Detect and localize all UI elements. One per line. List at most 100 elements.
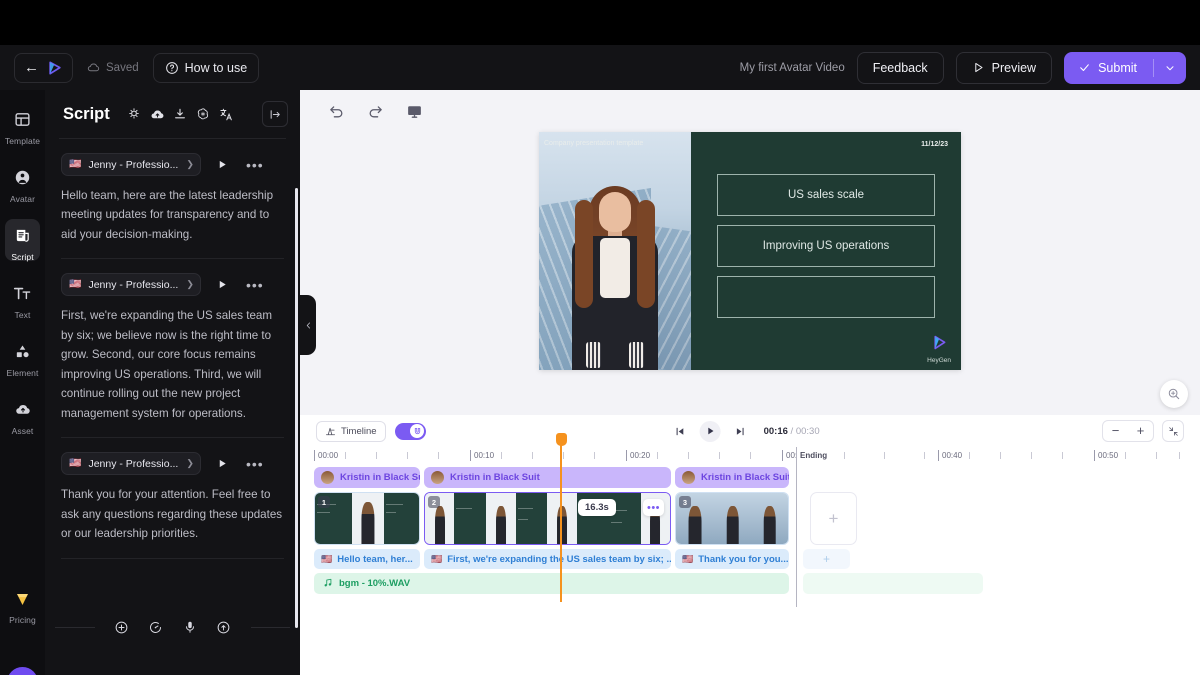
chevron-down-icon (1166, 65, 1174, 70)
slide-preview[interactable]: Company presentation template 11/12/23 U… (539, 132, 961, 370)
chevron-right-icon: ❯ (186, 458, 194, 469)
sidebar-item-script[interactable]: Script (0, 218, 45, 270)
lightbulb-icon[interactable] (123, 103, 146, 126)
project-title[interactable]: My first Avatar Video (740, 62, 845, 74)
add-caption-button[interactable]: + (803, 549, 850, 569)
voice-selector[interactable]: 🇺🇸 Jenny - Professio... ❯ (61, 273, 201, 297)
playhead-handle[interactable] (555, 433, 567, 446)
skip-back-icon[interactable] (675, 426, 686, 437)
arrow-left-icon[interactable]: ← (24, 60, 39, 75)
sidebar-item-element[interactable]: Element (0, 334, 45, 386)
add-scene-button[interactable]: + (810, 492, 857, 545)
sidebar-item-asset[interactable]: Asset (0, 392, 45, 444)
display-icon[interactable] (406, 103, 423, 120)
cloud-icon (87, 63, 100, 72)
script-block-header: 🇺🇸 Jenny - Professio... ❯ ••• (61, 452, 284, 476)
workspace: Company presentation template 11/12/23 U… (300, 90, 1200, 675)
upload-audio-icon[interactable] (207, 614, 241, 640)
audio-clip[interactable]: bgm - 10%.WAV (314, 573, 789, 594)
video-clip[interactable]: 1 (314, 492, 420, 545)
slide-text-box[interactable] (717, 276, 935, 318)
avatar-thumb-icon (431, 471, 444, 484)
download-icon[interactable] (169, 103, 192, 126)
panel-collapse-icon[interactable] (262, 101, 288, 127)
timeline-playhead[interactable] (555, 433, 567, 602)
sidebar-item-text[interactable]: Text (0, 276, 45, 328)
more-horizontal-icon[interactable]: ••• (246, 277, 264, 293)
zoom-in-icon[interactable] (1160, 380, 1188, 408)
panel-collapse-handle[interactable] (300, 295, 316, 355)
current-time: 00:16 (763, 425, 788, 437)
skip-forward-icon[interactable] (735, 426, 746, 437)
sidebar-item-template[interactable]: Template (0, 102, 45, 154)
flag-us-icon: 🇺🇸 (321, 553, 333, 564)
add-script-icon[interactable] (105, 614, 139, 640)
clip-number: 3 (679, 496, 691, 508)
total-time: / 00:30 (790, 425, 820, 437)
openai-icon[interactable] (192, 103, 215, 126)
microphone-icon[interactable] (173, 614, 207, 640)
slide-text-box[interactable]: Improving US operations (717, 225, 935, 267)
diamond-icon (14, 592, 31, 612)
collapse-fullscreen-icon[interactable] (1162, 420, 1184, 442)
zoom-out-button[interactable]: − (1103, 421, 1128, 441)
more-horizontal-icon[interactable]: ••• (246, 157, 264, 173)
voice-speed-icon[interactable] (139, 614, 173, 640)
caption-label: Hello team, her... (337, 553, 413, 565)
script-text[interactable]: Hello team, here are the latest leadersh… (61, 186, 284, 244)
voice-selector[interactable]: 🇺🇸 Jenny - Professio... ❯ (61, 452, 201, 476)
avatar-clip[interactable]: Kristin in Black Suit (675, 467, 789, 488)
undo-icon[interactable] (328, 103, 345, 120)
how-to-use-button[interactable]: How to use (152, 52, 260, 83)
top-bar-actions: My first Avatar Video Feedback Preview S… (740, 51, 1186, 84)
script-panel-scrollbar[interactable] (295, 188, 298, 628)
play-icon[interactable] (217, 458, 228, 469)
footer-divider-right (250, 626, 290, 628)
zoom-in-button[interactable]: + (1128, 421, 1153, 441)
template-icon (14, 111, 31, 133)
video-clip[interactable]: 3 (675, 492, 789, 545)
avatar-clip[interactable]: Kristin in Black Suit (424, 467, 671, 488)
preview-button[interactable]: Preview (955, 51, 1053, 84)
snap-toggle[interactable] (394, 422, 426, 440)
sidebar-item-label: Text (14, 309, 31, 320)
script-text[interactable]: Thank you for your attention. Feel free … (61, 485, 284, 543)
play-icon[interactable] (217, 279, 228, 290)
sidebar-item-pricing[interactable]: Pricing (0, 582, 45, 634)
cloud-upload-icon[interactable] (146, 103, 169, 126)
timeline-ruler[interactable]: 00:00 00:10 00:20 00:30 Ending 00:40 00:… (314, 447, 1186, 467)
translate-icon[interactable] (215, 103, 238, 126)
saved-label: Saved (106, 61, 139, 74)
sidebar-item-avatar[interactable]: Avatar (0, 160, 45, 212)
timeline-mode-button[interactable]: Timeline (316, 420, 386, 442)
zoom-stepper: − + (1102, 420, 1154, 442)
submit-button[interactable]: Submit (1064, 51, 1186, 84)
preview-label: Preview (991, 60, 1037, 75)
caption-clip[interactable]: 🇺🇸 First, we're expanding the US sales t… (424, 549, 671, 569)
script-panel-header: Script (45, 90, 300, 138)
timeline-zoom-controls: − + (1102, 420, 1184, 442)
video-canvas[interactable]: Company presentation template 11/12/23 U… (300, 132, 1200, 407)
video-clip[interactable]: 2 16.3s ••• (424, 492, 671, 545)
intercom-chat-icon[interactable] (7, 667, 38, 675)
time-display: 00:16 / 00:30 (764, 426, 820, 437)
chevron-right-icon: ❯ (186, 279, 194, 290)
avatar-thumb-icon (321, 471, 334, 484)
submit-dropdown-toggle[interactable] (1154, 62, 1186, 74)
play-icon[interactable] (217, 159, 228, 170)
caption-clip[interactable]: 🇺🇸 Thank you for you... (675, 549, 789, 569)
more-horizontal-icon[interactable]: ••• (643, 499, 664, 516)
slide-text-box[interactable]: US sales scale (717, 174, 935, 216)
caption-clip[interactable]: 🇺🇸 Hello team, her... (314, 549, 420, 569)
voice-selector[interactable]: 🇺🇸 Jenny - Professio... ❯ (61, 153, 201, 176)
audio-track-empty[interactable] (803, 573, 983, 594)
canvas-toolbar (300, 90, 1200, 132)
avatar-clip-label: Kristin in Black Suit (340, 472, 420, 483)
avatar-clip[interactable]: Kristin in Black Suit (314, 467, 420, 488)
redo-icon[interactable] (367, 103, 384, 120)
script-text[interactable]: First, we're expanding the US sales team… (61, 306, 284, 423)
play-icon[interactable] (699, 420, 721, 442)
more-horizontal-icon[interactable]: ••• (246, 456, 264, 472)
back-logo-group[interactable]: ← (14, 52, 73, 83)
feedback-button[interactable]: Feedback (856, 51, 944, 84)
